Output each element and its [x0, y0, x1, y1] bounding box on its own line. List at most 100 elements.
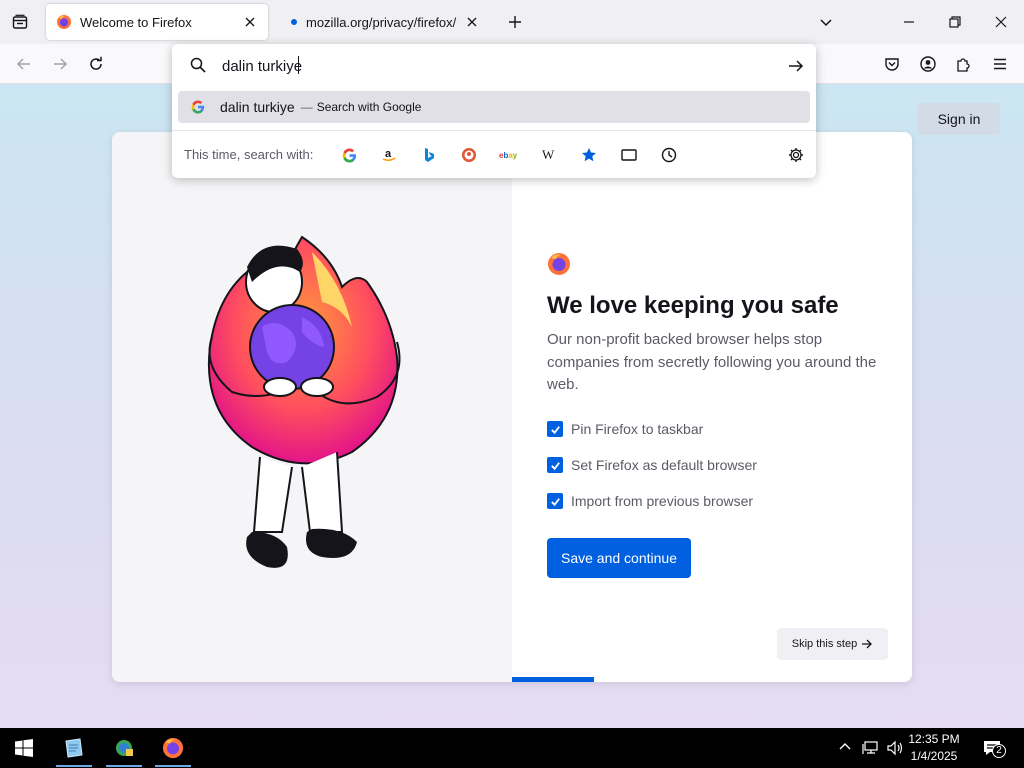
- start-button[interactable]: [4, 728, 44, 768]
- onboarding-subtext: Our non-profit backed browser helps stop…: [547, 331, 877, 393]
- divider: [172, 130, 816, 131]
- close-window-button[interactable]: [978, 8, 1024, 36]
- urlbar-popup: dalin turkiye — Search with Google This …: [172, 44, 816, 178]
- clock-date[interactable]: 1/4/2025: [906, 749, 962, 763]
- onboarding-heading: We love keeping you safe: [547, 292, 839, 319]
- checkmark-icon: [550, 425, 560, 434]
- notifications-button[interactable]: 2: [980, 736, 1008, 760]
- suggestion-action: Search with Google: [316, 100, 422, 114]
- firefox-view-button[interactable]: [6, 8, 34, 36]
- page-content: Sign in We love keeping you safe Our non…: [0, 84, 1024, 728]
- engine-wikipedia-button[interactable]: W: [536, 142, 562, 168]
- running-indicator: [106, 765, 142, 767]
- close-tab-icon[interactable]: [460, 10, 484, 34]
- search-settings-button[interactable]: [783, 142, 809, 168]
- default-browser-checkbox[interactable]: [547, 457, 563, 473]
- tab-bar: Welcome to Firefox mozilla.org/privacy/f…: [0, 0, 1024, 44]
- content-pane: We love keeping you safe Our non-profit …: [512, 132, 912, 682]
- tab-title: mozilla.org/privacy/firefox/: [306, 14, 457, 30]
- loading-dot-icon: [291, 19, 297, 25]
- extensions-button[interactable]: [950, 50, 978, 78]
- firefox-logo-icon: [57, 15, 71, 29]
- engine-amazon-button[interactable]: a: [376, 142, 402, 168]
- bing-icon: [425, 148, 434, 162]
- tabs-icon: [621, 149, 637, 161]
- skip-step-button[interactable]: Skip this step: [777, 628, 888, 660]
- forward-button[interactable]: [46, 50, 74, 78]
- url-input[interactable]: [222, 54, 762, 78]
- search-icon: [190, 57, 206, 73]
- chevron-down-icon: [820, 19, 832, 27]
- amazon-icon: a: [382, 148, 396, 162]
- hamburger-icon: [994, 58, 1006, 70]
- network-icon: [862, 741, 878, 754]
- illustration-pane: [112, 132, 512, 682]
- arrow-right-icon: [789, 60, 804, 72]
- import-browser-checkbox[interactable]: [547, 493, 563, 509]
- account-button[interactable]: [914, 50, 942, 78]
- firefox-logo-icon: [162, 737, 184, 759]
- duckduckgo-icon: [462, 148, 476, 162]
- sign-in-button[interactable]: Sign in: [918, 103, 1000, 135]
- back-arrow-icon: [16, 58, 30, 70]
- go-button[interactable]: [784, 54, 808, 78]
- search-with-label: This time, search with:: [184, 147, 314, 162]
- search-bookmarks-button[interactable]: [576, 142, 602, 168]
- pocket-button[interactable]: [878, 50, 906, 78]
- minimize-button[interactable]: [886, 8, 932, 36]
- tab-welcome[interactable]: Welcome to Firefox: [46, 4, 268, 40]
- import-browser-label: Import from previous browser: [571, 493, 754, 509]
- ebay-icon: ebay: [499, 151, 518, 160]
- firefox-logo-icon: [548, 253, 570, 275]
- plus-icon: [509, 16, 521, 28]
- progress-indicator: [512, 677, 594, 682]
- clock-time[interactable]: 12:35 PM: [906, 732, 962, 746]
- notification-count: 2: [992, 744, 1006, 758]
- save-and-continue-button[interactable]: Save and continue: [547, 538, 691, 578]
- notepad-app-icon: [65, 738, 83, 758]
- reload-button[interactable]: [82, 50, 110, 78]
- engine-duckduckgo-button[interactable]: [456, 142, 482, 168]
- pin-taskbar-label: Pin Firefox to taskbar: [571, 421, 704, 437]
- forward-arrow-icon: [54, 58, 68, 70]
- taskbar-app-1[interactable]: [54, 728, 94, 768]
- account-icon: [920, 56, 936, 72]
- checkmark-icon: [550, 497, 560, 506]
- taskbar-app-2[interactable]: [104, 728, 144, 768]
- tab-title: Welcome to Firefox: [80, 14, 192, 30]
- back-button[interactable]: [10, 50, 38, 78]
- arrow-right-icon: [862, 639, 873, 649]
- gear-icon: [789, 148, 803, 162]
- search-suggestion[interactable]: dalin turkiye — Search with Google: [178, 91, 810, 123]
- network-app-icon: [116, 740, 133, 756]
- bookmarks-star-icon: [582, 148, 596, 162]
- list-all-tabs-button[interactable]: [812, 8, 840, 36]
- search-tabs-button[interactable]: [616, 142, 642, 168]
- svg-text:ebay: ebay: [499, 151, 518, 160]
- pocket-icon: [885, 58, 899, 71]
- tab-privacy[interactable]: mozilla.org/privacy/firefox/: [276, 4, 490, 40]
- google-icon: [191, 100, 205, 114]
- engine-bing-button[interactable]: [416, 142, 442, 168]
- restore-icon: [949, 16, 961, 28]
- volume-tray-button[interactable]: [886, 739, 904, 757]
- history-clock-icon: [661, 147, 677, 163]
- engine-google-button[interactable]: [336, 142, 362, 168]
- close-tab-icon[interactable]: [238, 10, 262, 34]
- taskbar: 12:35 PM 1/4/2025 2: [0, 728, 1024, 768]
- puzzle-icon: [957, 58, 970, 72]
- suggestion-separator: —: [300, 100, 313, 114]
- pin-taskbar-checkbox[interactable]: [547, 421, 563, 437]
- firefox-hug-illustration: [208, 235, 401, 568]
- chevron-up-icon: [839, 743, 851, 750]
- new-tab-button[interactable]: [502, 8, 528, 36]
- show-hidden-icons-button[interactable]: [838, 740, 854, 756]
- engine-ebay-button[interactable]: ebay: [496, 142, 522, 168]
- restore-button[interactable]: [932, 8, 978, 36]
- speaker-icon: [887, 740, 903, 756]
- running-indicator: [56, 765, 92, 767]
- menu-button[interactable]: [986, 50, 1014, 78]
- network-tray-button[interactable]: [862, 739, 880, 757]
- taskbar-firefox[interactable]: [153, 728, 193, 768]
- search-history-button[interactable]: [656, 142, 682, 168]
